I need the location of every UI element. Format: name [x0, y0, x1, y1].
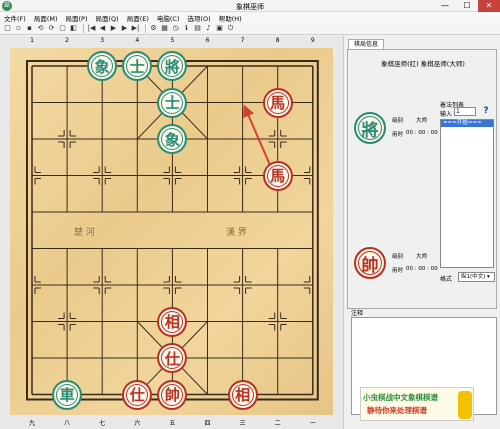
piece-red[interactable]: 帥: [157, 379, 188, 410]
file-coordinate: 七: [99, 420, 106, 427]
banner-line-1: 小虫棋战中文象棋棋谱: [363, 393, 438, 402]
menu-file[interactable]: 文件(F): [4, 13, 26, 23]
banner-mascot-icon: [458, 391, 472, 419]
first-icon[interactable]: |◀: [87, 24, 96, 33]
board-icon[interactable]: ▦: [160, 24, 169, 33]
piece-red[interactable]: 相: [157, 306, 188, 337]
top-coordinates: 1 2 3 4 5 6 7 8 9: [0, 36, 343, 46]
close-button[interactable]: ✕: [478, 0, 500, 12]
bottom-coordinates: 九八七六五四三二一: [0, 417, 343, 427]
notes-label: 注释: [351, 310, 364, 317]
info-sidebar: 棋局信息 象棋巫师(红) 象棋巫师(大师) 將 级别 大师 用时 00 : 00…: [343, 36, 500, 429]
menu-game[interactable]: 局面(E): [127, 13, 149, 23]
format-select[interactable]: 纵1(中文) ▾: [458, 272, 495, 282]
river-left-text: 楚 河: [74, 228, 95, 238]
file-coordinate: 六: [134, 420, 141, 427]
file-coordinate: 四: [204, 420, 211, 427]
black-time-label: 用时: [392, 132, 404, 138]
file-coordinate: 5: [170, 37, 175, 44]
xiangqi-board[interactable]: 楚 河 漢 界 象士將士象馬馬相仕車仕帥相: [10, 48, 333, 415]
piece-green[interactable]: 象: [87, 51, 118, 81]
river-right-text: 漢 界: [226, 228, 247, 238]
menu-bar: 文件(F) 局面(M) 局面(P) 局面(Q) 局面(E) 电脑(C) 选项(O…: [0, 12, 500, 23]
window-title: 象棋巫师: [236, 3, 264, 11]
format-label: 格式: [440, 276, 453, 283]
file-coordinate: 九: [28, 420, 35, 427]
black-time-value: 00 : 00 : 00: [406, 130, 438, 136]
file-coordinate: 八: [64, 420, 71, 427]
paste-icon[interactable]: ◧: [69, 24, 78, 33]
red-general-badge: 帥: [354, 247, 386, 279]
piece-red[interactable]: 馬: [262, 87, 293, 118]
piece-green[interactable]: 士: [157, 87, 188, 118]
redo-icon[interactable]: ⟳: [47, 24, 56, 33]
file-coordinate: 五: [169, 420, 176, 427]
play-icon[interactable]: ▶: [109, 24, 118, 33]
minimize-button[interactable]: —: [434, 0, 456, 12]
open-icon[interactable]: ▫: [14, 24, 23, 33]
toolbar-separator: [145, 24, 146, 33]
new-icon[interactable]: □: [3, 24, 12, 33]
file-coordinate: 9: [310, 37, 315, 44]
last-icon[interactable]: ▶|: [131, 24, 140, 33]
chart-icon[interactable]: ▤: [193, 24, 202, 33]
file-coordinate: 8: [275, 37, 280, 44]
file-coordinate: 7: [240, 37, 245, 44]
clock-icon[interactable]: ◷: [171, 24, 180, 33]
game-info-panel: 象棋巫师(红) 象棋巫师(大师) 將 级别 大师 用时 00 : 00 : 00…: [347, 49, 497, 309]
red-time-value: 00 : 00 : 00: [406, 266, 438, 272]
red-level-value: 大师: [416, 254, 428, 260]
file-coordinate: 3: [100, 37, 105, 44]
menu-edit[interactable]: 局面(M): [34, 13, 58, 23]
toolbar-separator: [83, 24, 84, 33]
piece-red[interactable]: 馬: [262, 160, 293, 191]
file-coordinate: 2: [65, 37, 69, 44]
banner-line-2: 静待你来处理棋谱: [367, 406, 427, 415]
file-coordinate: 一: [309, 420, 316, 427]
info-icon[interactable]: ℹ: [182, 24, 191, 33]
piece-red[interactable]: 相: [227, 379, 258, 410]
move-input-label: 输入: [440, 111, 453, 118]
tab-game-info[interactable]: 棋局信息: [348, 39, 384, 49]
red-time-label: 用时: [392, 268, 404, 274]
save2-icon[interactable]: ▣: [215, 24, 224, 33]
black-general-badge: 將: [354, 112, 386, 144]
prev-icon[interactable]: ◀: [98, 24, 107, 33]
menu-help[interactable]: 帮助(H): [219, 13, 242, 23]
copy-icon[interactable]: ▢: [58, 24, 67, 33]
next-icon[interactable]: ▶: [120, 24, 129, 33]
red-level-label: 级别: [392, 254, 404, 260]
move-input[interactable]: 1: [454, 107, 476, 116]
menu-options[interactable]: 选项(O): [188, 13, 211, 23]
sound-icon[interactable]: ♪: [204, 24, 213, 33]
black-level-label: 级别: [392, 118, 404, 124]
file-coordinate: 1: [30, 37, 34, 44]
menu-position[interactable]: 局面(P): [66, 13, 88, 23]
toolbar: □ ▫ ▪ ⟲ ⟳ ▢ ◧ |◀ ◀ ▶ ▶ ▶| ⚙ ▦ ◷ ℹ ▤ ♪ ▣ ⏻: [0, 23, 500, 35]
help-icon[interactable]: ?: [481, 106, 491, 116]
list-item[interactable]: ===开始===: [441, 120, 493, 127]
undo-icon[interactable]: ⟲: [36, 24, 45, 33]
file-coordinate: 4: [135, 37, 140, 44]
menu-computer[interactable]: 电脑(C): [157, 13, 180, 23]
piece-green[interactable]: 車: [52, 379, 83, 410]
moves-list[interactable]: ===开始===: [440, 119, 494, 268]
maximize-button[interactable]: ☐: [456, 0, 478, 12]
black-level-value: 大师: [416, 118, 428, 124]
window-controls: — ☐ ✕: [434, 0, 500, 12]
match-title: 象棋巫师(红) 象棋巫师(大师): [381, 60, 465, 68]
piece-red[interactable]: 仕: [122, 379, 153, 410]
file-coordinate: 6: [205, 37, 210, 44]
file-coordinate: 二: [274, 420, 281, 427]
title-bar: 巫 象棋巫师 — ☐ ✕: [0, 0, 500, 12]
save-icon[interactable]: ▪: [25, 24, 34, 33]
ad-banner[interactable]: 小虫棋战中文象棋棋谱 静待你来处理棋谱: [360, 387, 474, 421]
file-coordinate: 三: [239, 420, 246, 427]
exit-icon[interactable]: ⏻: [226, 24, 235, 33]
settings-icon[interactable]: ⚙: [149, 24, 158, 33]
menu-view[interactable]: 局面(Q): [96, 13, 119, 23]
